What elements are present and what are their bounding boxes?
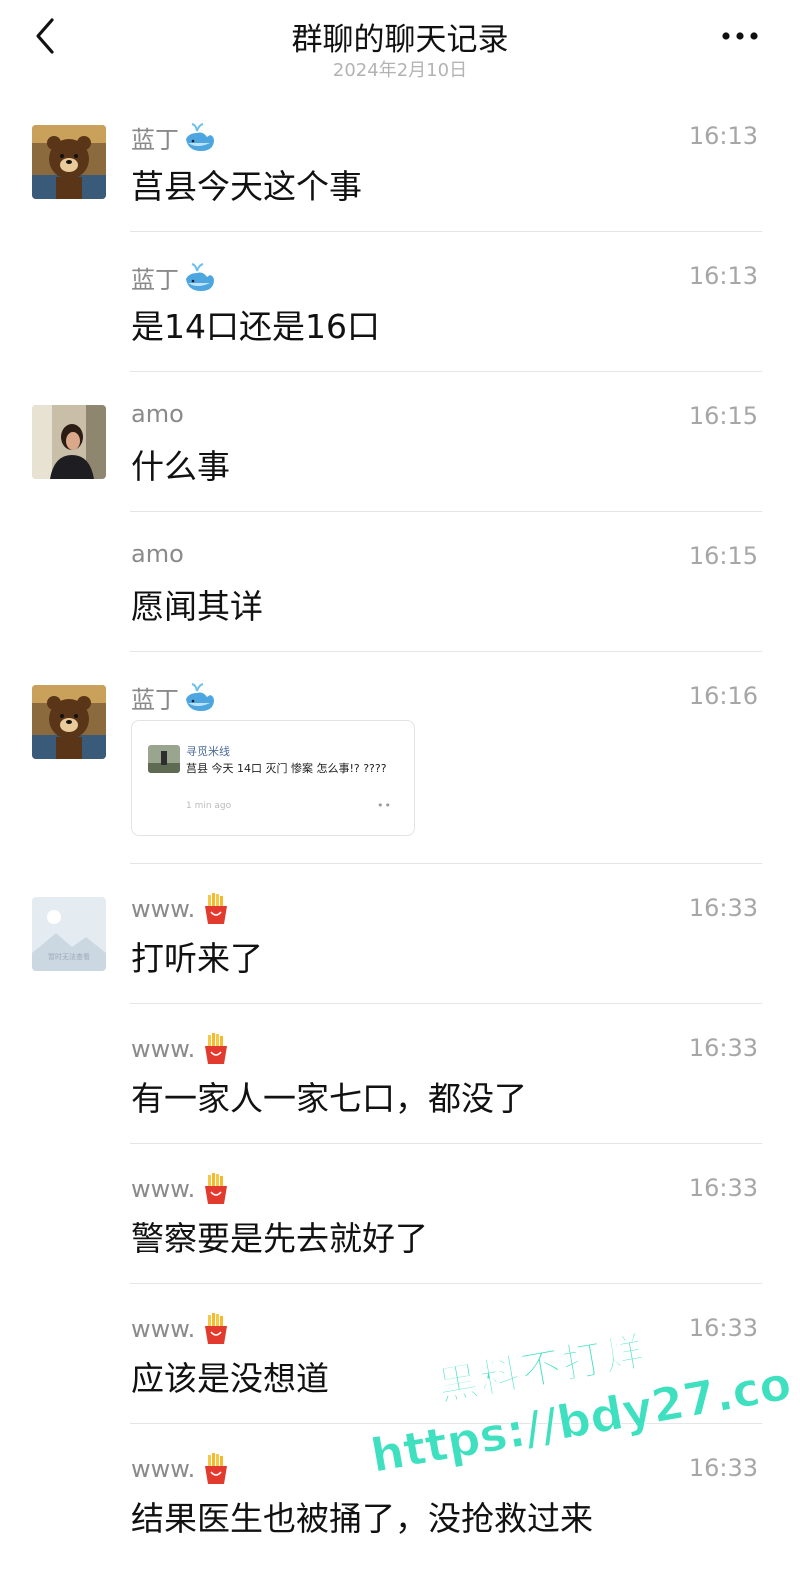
chat-message: www. 16:33 警察要是先去就好了 [0, 1144, 800, 1284]
woman-avatar[interactable] [32, 405, 106, 479]
more-button[interactable] [720, 22, 764, 50]
sender-name: amo [131, 400, 184, 428]
message-time: 16:13 [688, 122, 758, 150]
chat-message: www. 16:33 有一家人一家七口，都没了 [0, 1004, 800, 1144]
chat-record-list: 蓝丁 16:13 莒县今天这个事 蓝丁 16:13 是14口还是16口 amo … [0, 92, 800, 1564]
sender-name: 蓝丁 [131, 680, 217, 715]
message-time: 16:33 [688, 894, 758, 922]
message-text[interactable]: 什么事 [131, 440, 230, 488]
message-text[interactable]: 有一家人一家七口，都没了 [131, 1072, 527, 1120]
top-navigation-bar: 群聊的聊天记录 2024年2月10日 [0, 0, 800, 92]
fries-emoji-icon [205, 1313, 228, 1344]
post-author: 寻觅米线 [186, 745, 230, 758]
sender-name: www. [131, 1452, 233, 1486]
sender-name: www. [131, 1032, 233, 1066]
fries-emoji-icon [205, 1453, 228, 1484]
page-title: 群聊的聊天记录 [291, 22, 509, 58]
message-text[interactable]: 结果医生也被捅了，没抢救过来 [131, 1492, 593, 1540]
message-time: 16:15 [688, 402, 758, 430]
chat-message: 蓝丁 16:16 寻觅米线 莒县 今天 14口 灭门 惨案 怎么事!? ????… [0, 652, 800, 864]
sender-name: www. [131, 892, 233, 926]
message-text[interactable]: 警察要是先去就好了 [131, 1212, 428, 1260]
message-time: 16:33 [688, 1174, 758, 1202]
chat-message: 暂时无法查看 www. 16:33 打听来了 [0, 864, 800, 1004]
whale-emoji-icon [186, 682, 214, 711]
fries-emoji-icon [205, 893, 228, 924]
chat-message: amo 16:15 什么事 [0, 372, 800, 512]
placeholder-avatar[interactable]: 暂时无法查看 [32, 897, 106, 971]
chat-message: www. 16:33 应该是没想道 [0, 1284, 800, 1424]
message-time: 16:16 [688, 682, 758, 710]
message-time: 16:33 [688, 1034, 758, 1062]
post-more-icon: •• [377, 799, 392, 812]
chat-message: 蓝丁 16:13 是14口还是16口 [0, 232, 800, 372]
sender-name: www. [131, 1312, 233, 1346]
message-text[interactable]: 莒县今天这个事 [131, 160, 362, 208]
bear-avatar[interactable] [32, 685, 106, 759]
fries-emoji-icon [205, 1033, 228, 1064]
message-text[interactable]: 愿闻其详 [131, 580, 263, 628]
message-text[interactable]: 打听来了 [131, 932, 263, 980]
message-text[interactable]: 是14口还是16口 [131, 300, 380, 348]
whale-emoji-icon [186, 122, 214, 151]
chat-date: 2024年2月10日 [332, 60, 468, 81]
bear-avatar[interactable] [32, 125, 106, 199]
chat-message: 蓝丁 16:13 莒县今天这个事 [0, 92, 800, 232]
message-time: 16:15 [688, 542, 758, 570]
sender-name: www. [131, 1172, 233, 1206]
message-time: 16:33 [688, 1314, 758, 1342]
post-text: 莒县 今天 14口 灭门 惨案 怎么事!? ???? [186, 762, 387, 775]
avatar-caption: 暂时无法查看 [48, 952, 90, 961]
fries-emoji-icon [205, 1173, 228, 1204]
message-text[interactable]: 应该是没想道 [131, 1352, 329, 1400]
shared-post-card[interactable]: 寻觅米线 莒县 今天 14口 灭门 惨案 怎么事!? ???? 1 min ag… [131, 720, 415, 836]
post-time: 1 min ago [186, 801, 232, 811]
sender-name: 蓝丁 [131, 120, 217, 155]
message-time: 16:33 [688, 1454, 758, 1482]
sender-name: amo [131, 540, 184, 568]
sender-name: 蓝丁 [131, 260, 217, 295]
chat-message: amo 16:15 愿闻其详 [0, 512, 800, 652]
chat-message: www. 16:33 结果医生也被捅了，没抢救过来 [0, 1424, 800, 1564]
post-thumbnail [148, 745, 180, 773]
more-dots-icon [722, 32, 758, 40]
whale-emoji-icon [186, 262, 214, 291]
message-time: 16:13 [688, 262, 758, 290]
